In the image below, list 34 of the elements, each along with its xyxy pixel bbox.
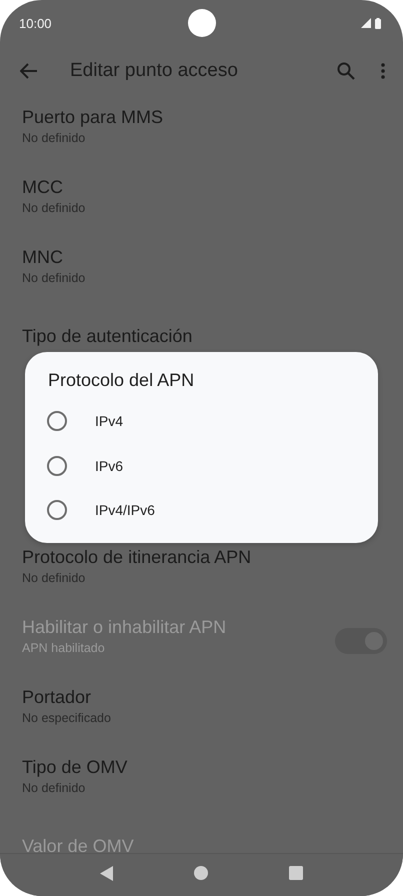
setting-summary: No definido	[22, 131, 86, 145]
radio-option[interactable]: IPv6	[25, 444, 378, 488]
camera-cutout	[188, 9, 216, 37]
back-arrow-icon[interactable]	[20, 63, 38, 79]
status-time: 10:00	[19, 16, 52, 30]
signal-icon	[361, 18, 371, 28]
radio-button[interactable]	[47, 500, 67, 520]
setting-title: MNC	[22, 247, 63, 268]
back-nav-icon[interactable]	[100, 866, 114, 880]
home-nav-icon[interactable]	[194, 866, 208, 880]
radio-button[interactable]	[47, 411, 67, 432]
recents-nav-icon[interactable]	[288, 866, 303, 880]
setting-title: Protocolo de itinerancia APN	[22, 547, 252, 568]
setting-title: Valor de OMV	[22, 836, 134, 853]
radio-option[interactable]: IPv4	[25, 399, 378, 444]
setting-summary: No definido	[22, 571, 86, 585]
setting-title: Puerto para MMS	[22, 107, 164, 128]
setting-summary: No definido	[22, 781, 86, 795]
setting-summary: No definido	[22, 201, 86, 215]
search-icon[interactable]	[337, 62, 355, 80]
setting-title: Tipo de autenticación	[22, 326, 192, 346]
more-vert-icon[interactable]	[381, 63, 385, 79]
setting-title: Habilitar o inhabilitar APN	[22, 617, 226, 638]
radio-option[interactable]: IPv4/IPv6	[25, 488, 378, 532]
setting-summary: No definido	[22, 271, 86, 285]
setting-title: Portador	[22, 687, 92, 708]
setting-title: MCC	[22, 177, 63, 198]
setting-summary: APN habilitado	[22, 641, 105, 655]
radio-button[interactable]	[47, 456, 67, 476]
battery-icon	[375, 18, 381, 28]
dialog-title: Protocolo del APN	[48, 370, 194, 391]
setting-summary: No especificado	[22, 711, 111, 725]
setting-title: Tipo de OMV	[22, 757, 128, 778]
screen-title: Editar punto acceso	[70, 60, 239, 82]
